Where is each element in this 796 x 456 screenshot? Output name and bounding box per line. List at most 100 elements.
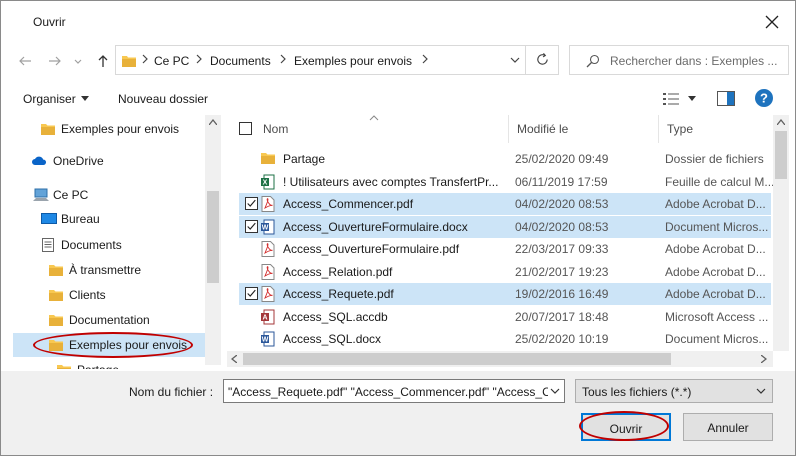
file-modified: 19/02/2016 16:49 [515, 287, 609, 301]
word-icon: W [261, 219, 275, 235]
file-row[interactable]: A Access_SQL.accdb 20/07/2017 18:48 Microso… [239, 306, 771, 328]
preview-pane-icon[interactable] [717, 91, 735, 106]
dialog-title: Ouvrir [33, 15, 66, 29]
organize-button[interactable]: Organiser [23, 92, 76, 106]
file-type: Dossier de fichiers [665, 152, 764, 166]
tree-item[interactable]: OneDrive [13, 149, 207, 173]
file-name: Access_Relation.pdf [283, 264, 393, 279]
search-box[interactable]: Rechercher dans : Exemples ... [569, 45, 789, 75]
file-row[interactable]: Access_Commencer.pdf 04/02/2020 08:53 Adob… [239, 193, 771, 215]
file-type: Feuille de calcul M... [665, 174, 775, 189]
refresh-button[interactable] [525, 45, 559, 75]
navigation-pane-scrollbar[interactable] [205, 115, 221, 365]
breadcrumb-ce-pc[interactable]: Ce PC [154, 54, 189, 68]
tree-item[interactable]: Exemples pour envois [13, 333, 207, 357]
file-name: Access_SQL.accdb [283, 309, 388, 324]
column-header-modified[interactable]: Modifié le [509, 115, 659, 143]
tree-item[interactable]: Ce PC [13, 183, 207, 207]
file-type: Adobe Acrobat D... [665, 264, 766, 279]
open-file-dialog: Ouvrir Ce PC Documents Exemples pour env… [0, 0, 796, 456]
file-type: Adobe Acrobat D... [665, 287, 766, 301]
chevron-right-icon [280, 54, 286, 64]
row-checkbox[interactable] [245, 197, 258, 210]
file-row[interactable]: Access_Requete.pdf 19/02/2016 16:49 Adobe … [239, 283, 771, 305]
column-type-label: Type [667, 122, 694, 136]
chevron-right-icon [196, 54, 202, 64]
computer-icon [33, 188, 49, 202]
chevron-down-icon[interactable] [550, 386, 560, 396]
search-placeholder: Rechercher dans : Exemples ... [610, 54, 778, 68]
file-row[interactable]: Access_Relation.pdf 21/02/2017 19:23 Adobe… [239, 261, 771, 283]
open-button[interactable]: Ouvrir [581, 413, 671, 441]
column-header-name[interactable]: Nom [227, 115, 509, 143]
navigation-pane[interactable]: Exemples pour envois OneDrive Ce PC Bureau D… [13, 115, 223, 369]
close-icon[interactable] [763, 13, 781, 31]
tree-item[interactable]: Partage [13, 358, 207, 369]
caret-down-icon[interactable] [81, 96, 89, 102]
svg-text:?: ? [760, 91, 768, 106]
up-arrow-icon[interactable] [95, 53, 111, 69]
tree-item-label: À transmettre [69, 263, 142, 277]
tree-item[interactable]: Exemples pour envois [13, 117, 207, 141]
file-row[interactable]: W Access_SQL.docx 25/02/2020 10:19 Document… [239, 328, 771, 350]
filetype-select[interactable]: Tous les fichiers (*.*) [575, 379, 773, 403]
file-type: Document Micros... [665, 332, 769, 346]
breadcrumb-documents[interactable]: Documents [210, 54, 271, 68]
tree-item-label: OneDrive [53, 154, 104, 168]
filename-label: Nom du fichier : [129, 385, 214, 399]
file-modified: 25/02/2020 10:19 [515, 332, 609, 346]
folder-icon [57, 363, 71, 369]
sort-up-icon [369, 115, 379, 121]
scroll-thumb[interactable] [775, 131, 787, 179]
file-type: Adobe Acrobat D... [665, 197, 766, 211]
column-header-type[interactable]: Type [659, 115, 773, 143]
breadcrumb-exemples[interactable]: Exemples pour envois [294, 54, 412, 68]
tree-item-label: Exemples pour envois [69, 338, 188, 352]
pdf-icon [261, 286, 275, 302]
help-icon[interactable]: ? [755, 89, 773, 107]
recent-dropdown-icon[interactable] [73, 53, 83, 69]
file-modified: 20/07/2017 18:48 [515, 309, 609, 324]
row-checkbox[interactable] [245, 287, 258, 300]
file-type: Document Micros... [665, 219, 769, 234]
pdf-icon [261, 241, 275, 257]
horizontal-scrollbar[interactable] [227, 351, 773, 367]
row-checkbox[interactable] [245, 219, 258, 233]
file-modified: 21/02/2017 19:23 [515, 264, 609, 279]
scroll-thumb[interactable] [207, 191, 219, 283]
tree-item[interactable]: Documents [13, 233, 207, 257]
file-list-scrollbar[interactable] [773, 115, 789, 351]
scroll-thumb[interactable] [243, 353, 671, 365]
cancel-button[interactable]: Annuler [683, 413, 773, 441]
word-icon: W [261, 331, 275, 347]
scroll-up-icon[interactable] [777, 119, 785, 125]
chevron-down-icon [756, 388, 766, 394]
file-row[interactable]: Access_OuvertureFormulaire.pdf 22/03/2017… [239, 238, 771, 260]
tree-item[interactable]: Bureau [13, 207, 207, 231]
tree-item[interactable]: Documentation [13, 308, 207, 332]
back-arrow-icon[interactable] [17, 53, 33, 69]
view-options-icon[interactable] [663, 92, 679, 106]
refresh-icon [537, 53, 548, 65]
tree-item[interactable]: À transmettre [13, 258, 207, 282]
tree-item[interactable]: Clients [13, 283, 207, 307]
file-modified: 04/02/2020 08:53 [515, 197, 609, 211]
forward-arrow-icon[interactable] [47, 53, 63, 69]
address-bar[interactable]: Ce PC Documents Exemples pour envois [115, 45, 559, 75]
tree-item-label: Documentation [69, 313, 150, 327]
chevron-down-icon[interactable] [510, 55, 520, 65]
folder-icon [49, 288, 63, 302]
file-row[interactable]: W Access_OuvertureFormulaire.docx 04/02/20… [239, 215, 771, 238]
new-folder-button[interactable]: Nouveau dossier [118, 92, 208, 106]
file-name: Access_Commencer.pdf [283, 197, 414, 211]
scroll-right-icon[interactable] [761, 355, 767, 363]
file-row[interactable]: X ! Utilisateurs avec comptes TransfertPr… [239, 171, 774, 193]
file-row[interactable]: Partage 25/02/2020 09:49 Dossier de fichie… [239, 148, 771, 170]
scroll-up-icon[interactable] [209, 119, 217, 125]
scroll-left-icon[interactable] [231, 355, 237, 363]
filename-input[interactable]: "Access_Requete.pdf" "Access_Commencer.p… [223, 379, 565, 403]
chevron-right-icon [142, 54, 148, 64]
tree-item-label: Ce PC [53, 188, 89, 202]
select-all-checkbox[interactable] [239, 122, 252, 135]
caret-down-icon[interactable] [688, 96, 696, 102]
